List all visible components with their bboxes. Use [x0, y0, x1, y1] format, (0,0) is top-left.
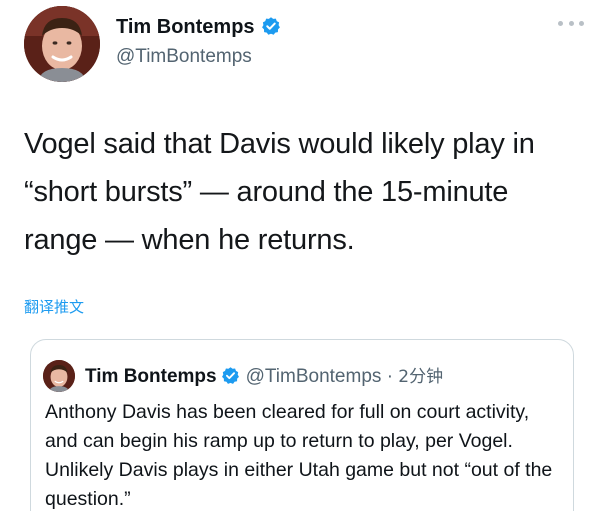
- more-dot: [558, 20, 563, 26]
- quoted-tweet-text: Anthony Davis has been cleared for full …: [45, 401, 553, 510]
- more-dot: [568, 20, 574, 26]
- quoted-author-avatar: [43, 360, 75, 392]
- verified-badge-icon: [261, 17, 280, 35]
- separator-dot: ·: [386, 366, 394, 387]
- quoted-tweet-header: Tim Bontemps @TimBontemps · 2分钟: [85, 362, 443, 388]
- quoted-author-name: Tim Bontemps: [85, 366, 217, 387]
- quoted-tweet[interactable]: Tim Bontemps @TimBontemps · 2分钟 Anthony …: [30, 339, 574, 511]
- author-display-name[interactable]: Tim Bontemps: [116, 16, 281, 39]
- avatar-photo: [43, 360, 75, 392]
- quoted-author-handle: @TimBontemps: [245, 366, 382, 387]
- quoted-tweet-time: 2分钟: [398, 367, 444, 387]
- avatar-photo: [24, 6, 100, 82]
- tweet-text: Vogel said that Davis would likely play …: [24, 128, 535, 256]
- translate-tweet-link[interactable]: 翻译推文: [24, 296, 84, 317]
- author-name-text: Tim Bontemps: [116, 16, 255, 38]
- tweet-card: Tim Bontemps @TimBontemps Vogel said tha…: [0, 0, 600, 511]
- more-dot: [579, 20, 584, 26]
- author-avatar[interactable]: [24, 6, 100, 82]
- more-options-icon[interactable]: [558, 18, 584, 28]
- verified-badge-icon: [221, 367, 239, 384]
- author-handle[interactable]: @TimBontemps: [116, 46, 252, 68]
